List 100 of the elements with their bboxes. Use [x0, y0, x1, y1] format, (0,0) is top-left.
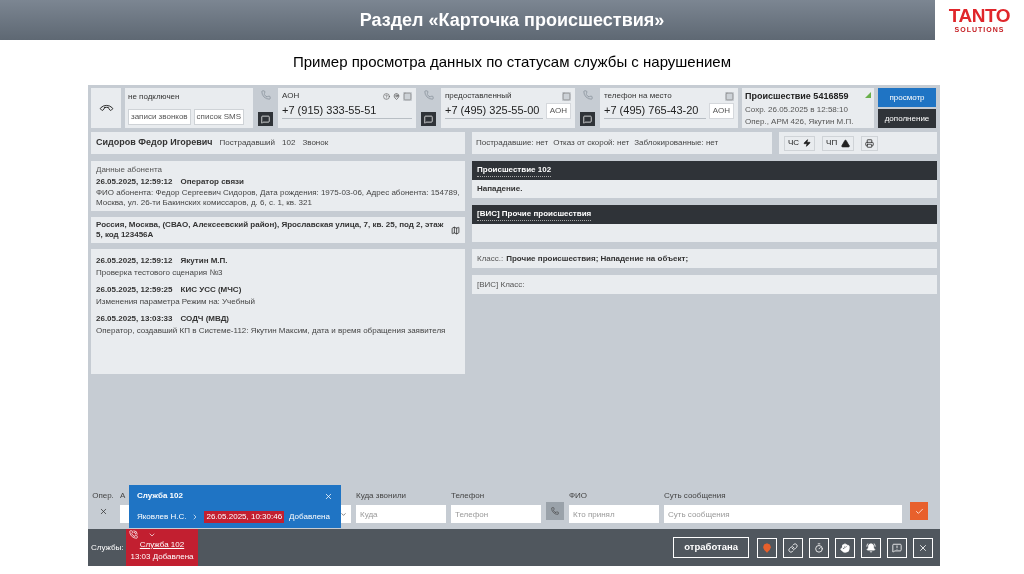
hang-up-button[interactable] [91, 88, 121, 128]
link-icon [788, 542, 798, 553]
alert-message-icon [892, 542, 902, 553]
log-author: КИС УСС (МЧС) [180, 284, 242, 296]
help-icon[interactable] [383, 92, 390, 100]
subscriber-details: ФИО абонента: Федор Сергеевич Сидоров, Дата рождения: 1975-03-06, Адрес абонента: 154789, Москва, ул. 26-ти Бакинских комиссаров, д. 6, с. 1, кв. 321 [96, 188, 460, 208]
phone-number[interactable]: +7 (495) 325-55-00 [445, 103, 543, 119]
class-label: [ВИС] Класс: [477, 278, 525, 291]
action-button[interactable]: просмотр [878, 88, 936, 107]
form-field[interactable]: Куда [356, 505, 446, 523]
service-tab-status: 13:03 Добавлена [130, 551, 194, 563]
form-label: Телефон [451, 490, 486, 502]
print-button[interactable] [861, 135, 879, 151]
log-text: Изменения параметра Режим на: Учебный [96, 296, 256, 308]
log-text: Проверка тестового сценария №3 [96, 267, 224, 279]
form-label: ФИО [569, 490, 589, 502]
close-icon[interactable] [324, 491, 333, 501]
message-icon [583, 114, 592, 124]
incident-saved: Сохр. 26.05.2025 в 12:58:10 [745, 103, 848, 116]
subscriber-heading: Данные абонента [96, 164, 163, 176]
message-icon [261, 114, 270, 124]
popup-person: Яковлев Н.С. [137, 511, 187, 523]
services-label: Службы: [91, 541, 125, 554]
close-icon[interactable] [98, 507, 108, 516]
form-label: Суть сообщения [664, 490, 727, 502]
call-panel-button[interactable]: список SMS [193, 109, 244, 125]
phone-number[interactable]: +7 (915) 333-55-51 [282, 103, 412, 119]
report-button[interactable] [887, 537, 907, 558]
form-label: Опер. [92, 490, 114, 502]
message-button[interactable] [421, 112, 436, 126]
section-title[interactable]: Происшествие 102 [477, 164, 552, 177]
subscriber-date: 26.05.2025, 12:59:12 [96, 176, 173, 188]
phone-label: телефон на место [604, 90, 672, 102]
mode-button[interactable]: ЧС [784, 135, 816, 151]
class-value: Прочие происшествия; Нападение на объект; [506, 252, 689, 265]
link-button[interactable] [783, 537, 803, 558]
slide-subtitle: Пример просмотра данных по статусам службы с нарушением [293, 52, 731, 73]
form-label: Куда звонили [356, 490, 408, 502]
class-label: Класс.: [477, 252, 504, 265]
log-time: 26.05.2025, 12:59:12 [96, 255, 173, 267]
popup-time: 26.05.2025, 10:30:46 [204, 511, 285, 523]
phone-label: предоставленный [445, 90, 512, 102]
signal-icon [865, 92, 871, 98]
popup-status: Добавлена [289, 511, 330, 523]
message-button[interactable] [580, 112, 595, 126]
flag-text: Заблокированные: нет [634, 137, 719, 149]
service-tab-name: Служба 102 [139, 539, 185, 551]
action-button[interactable]: дополнение [878, 109, 936, 128]
caller-name: Сидоров Федор Игоревич [96, 136, 213, 150]
caller-source: Звонок [302, 137, 329, 149]
message-icon [424, 114, 433, 124]
pin-icon[interactable] [393, 92, 400, 100]
logo: TANTO [948, 6, 1011, 26]
phone-icon [129, 530, 138, 539]
log-time: 26.05.2025, 12:59:25 [96, 284, 173, 296]
aoh-button[interactable]: АОН [708, 103, 734, 119]
warning-icon [841, 138, 851, 148]
section-title[interactable]: [ВИС] Прочие происшествия [477, 208, 592, 221]
alarm-button[interactable] [861, 537, 881, 558]
log-author: СОДЧ (МВД) [180, 313, 229, 325]
address-text: Россия, Москва, (СВАО, Алексеевский район), Ярославская улица, 7, кв. 25, под 2, этаж 5, код 123456А [96, 220, 445, 240]
form-field[interactable]: Суть сообщения [664, 505, 902, 523]
call-panel-button[interactable]: записи звонков [128, 109, 191, 125]
check-icon [914, 506, 924, 516]
form-field[interactable]: Кто принял [569, 505, 659, 523]
done-button[interactable]: отработана [673, 537, 749, 558]
close-icon [918, 542, 928, 553]
caller-service: 102 [282, 137, 296, 149]
popup-title: Служба 102 [137, 490, 183, 502]
location-button[interactable] [757, 537, 777, 558]
lightning-icon [803, 139, 812, 147]
flag-text: Пострадавшие: нет [476, 137, 549, 149]
slide-title: Раздел «Карточка происшествия» [359, 8, 665, 32]
caller-role: Пострадавший [219, 137, 276, 149]
pin-icon [762, 542, 772, 553]
incident-operator: Опер., АРМ 426, Якутин М.П. [745, 115, 854, 128]
caret-icon [340, 510, 347, 518]
printer-icon [865, 138, 875, 148]
log-text: Оператор, создавший КП в Системе-112: Якутин Максим, дата и время обращения заявителя [96, 325, 447, 337]
incident-title: Происшествие 5416859 [745, 90, 849, 103]
phone-icon [551, 507, 559, 515]
service-tab[interactable]: Служба 102 13:03 Добавлена [126, 529, 198, 566]
map-icon[interactable] [451, 225, 460, 235]
bell-icon [866, 542, 876, 553]
mode-button[interactable]: ЧП [822, 135, 855, 151]
call-status: не подключен [128, 91, 181, 103]
aoh-button[interactable]: АОН [545, 103, 571, 119]
phone-number[interactable]: +7 (495) 765-43-20 [604, 103, 706, 119]
close-button[interactable] [913, 537, 933, 558]
section-text: Нападение. [477, 183, 523, 195]
timer-icon [814, 542, 824, 553]
form-label: А [120, 490, 126, 502]
flag-text: Отказ от скорой: нет [553, 137, 630, 149]
message-button[interactable] [258, 112, 273, 126]
log-time: 26.05.2025, 13:03:33 [96, 313, 173, 325]
log-author: Якутин М.П. [180, 255, 228, 267]
form-field[interactable]: Телефон [451, 505, 541, 523]
phone-label: АОН [282, 90, 300, 102]
timer-button[interactable] [809, 537, 829, 558]
hand-button[interactable] [835, 537, 855, 558]
